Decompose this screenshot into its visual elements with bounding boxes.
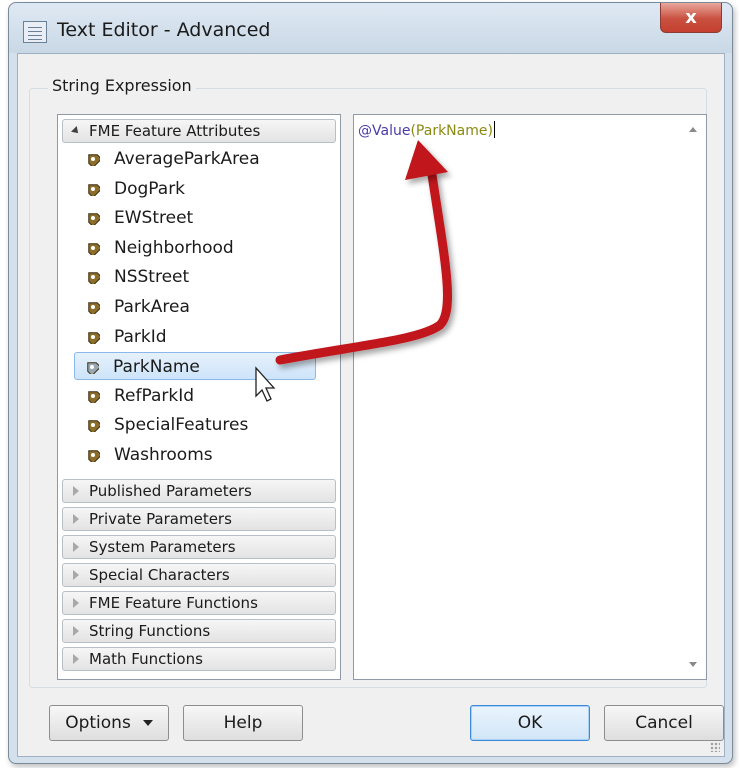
annotation-overlay: [255, 140, 452, 402]
mouse-cursor-icon: [255, 366, 276, 402]
arrow-head-icon: [405, 140, 448, 180]
drag-arrow-annotation: [275, 170, 452, 365]
